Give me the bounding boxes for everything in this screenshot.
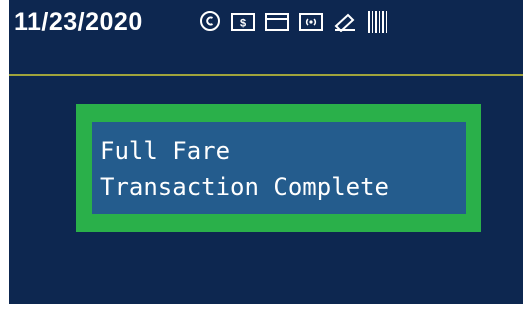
date-display: 11/23/2020 (14, 8, 143, 36)
barcode-icon (367, 10, 389, 34)
contactless-icon (299, 10, 323, 34)
payment-icons: $ (199, 9, 399, 35)
svg-text:$: $ (240, 18, 246, 30)
header-divider (9, 74, 523, 76)
mobile-ticket-icon (333, 10, 357, 34)
status-bar: 11/23/2020 $ (9, 0, 523, 76)
cash-bill-icon: $ (231, 10, 255, 34)
fare-type-text: Full Fare (100, 137, 231, 165)
fare-display-screen: 11/23/2020 $ Full Fare Transaction Compl… (9, 0, 523, 304)
card-icon (265, 10, 289, 34)
transaction-message-panel: Full Fare Transaction Complete (92, 122, 466, 214)
coin-icon (199, 10, 221, 34)
message-frame: Full Fare Transaction Complete (76, 104, 481, 232)
transaction-status-text: Transaction Complete (100, 173, 389, 201)
